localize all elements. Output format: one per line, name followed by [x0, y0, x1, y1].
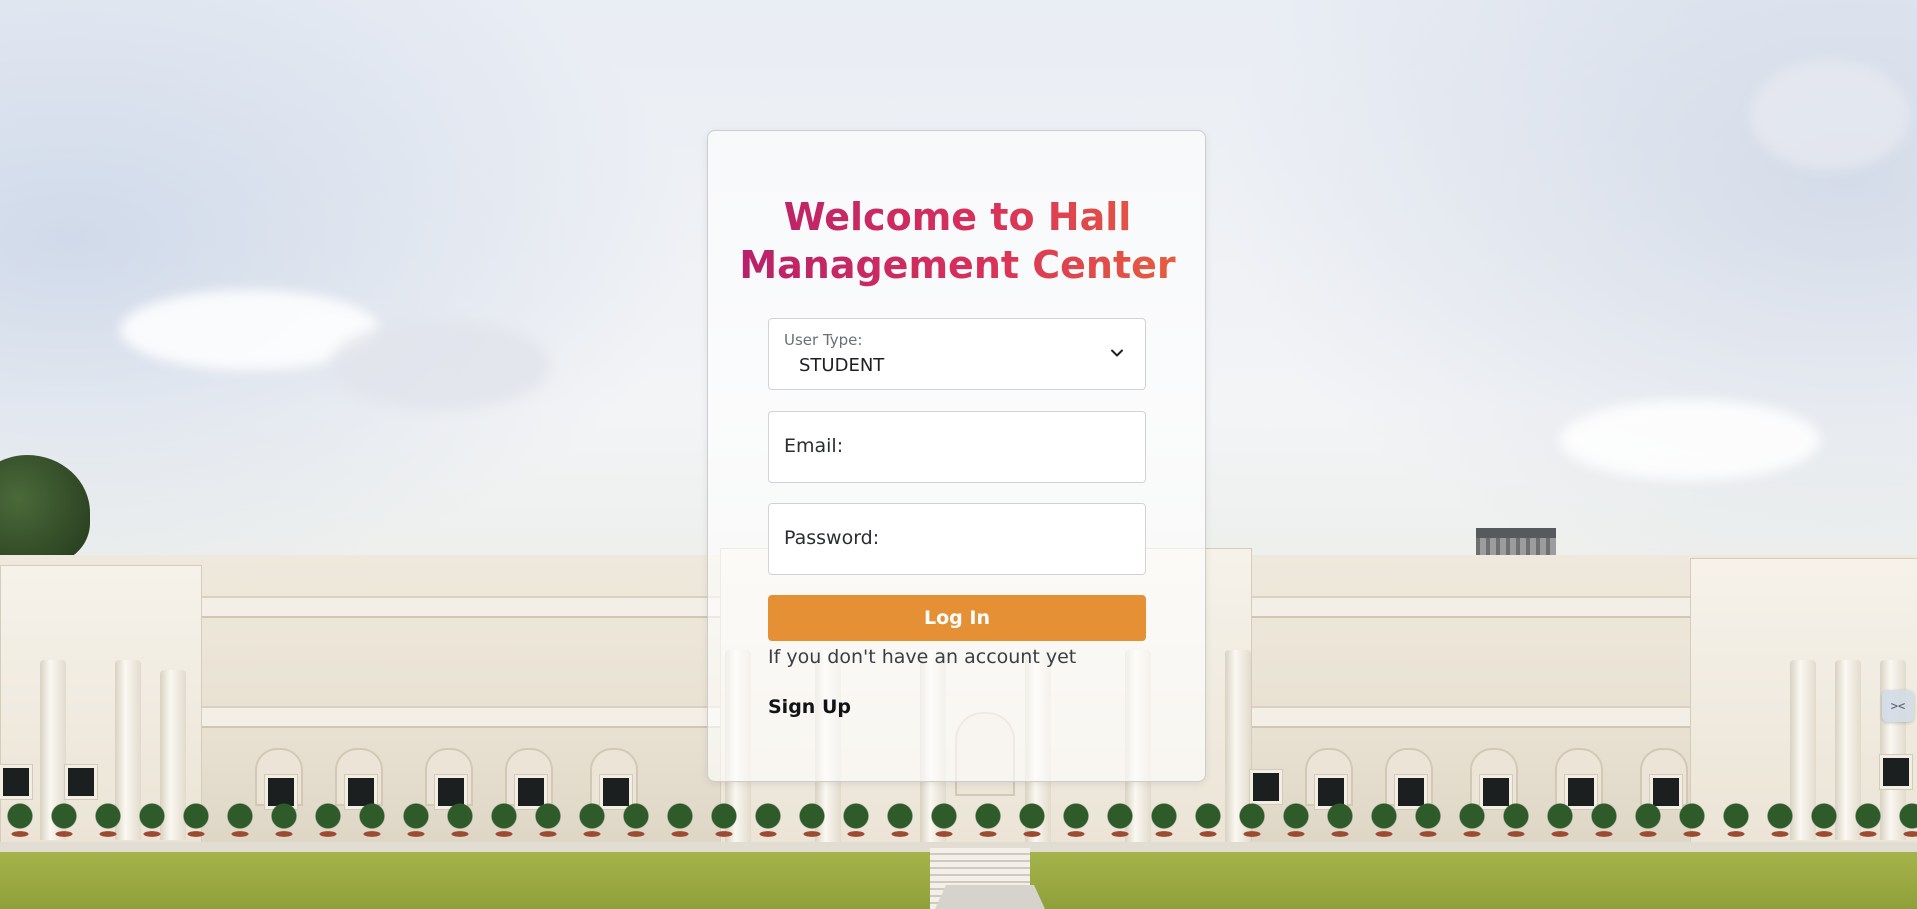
window — [0, 765, 32, 799]
entrance-path — [935, 885, 1045, 909]
user-type-value: STUDENT — [799, 355, 885, 376]
title-line-1: Welcome to Hall — [783, 195, 1132, 239]
window — [1880, 755, 1912, 789]
email-placeholder: Email: — [784, 435, 844, 457]
page-title: Welcome to Hall Management Center — [708, 193, 1207, 289]
email-field[interactable]: Email: — [768, 411, 1146, 483]
password-field[interactable]: Password: — [768, 503, 1146, 575]
login-card: Welcome to Hall Management Center User T… — [707, 130, 1206, 782]
user-type-label: User Type: — [784, 331, 863, 349]
login-page: >< Welcome to Hall Management Center Use… — [0, 0, 1917, 909]
chevron-down-icon — [1111, 349, 1123, 357]
plant-pots — [0, 826, 1917, 842]
sky-shade-left — [0, 0, 700, 600]
signup-hint: If you don't have an account yet — [768, 646, 1077, 668]
window — [1250, 770, 1282, 804]
title-line-2: Management Center — [739, 243, 1176, 287]
login-button[interactable]: Log In — [768, 595, 1146, 641]
cloud — [1750, 60, 1910, 170]
cloud — [330, 320, 550, 410]
window — [65, 765, 97, 799]
signup-link[interactable]: Sign Up — [768, 696, 851, 718]
user-type-select[interactable]: User Type: STUDENT — [768, 318, 1146, 390]
cloud — [1560, 400, 1820, 480]
password-placeholder: Password: — [784, 527, 880, 549]
side-widget-icon[interactable]: >< — [1882, 690, 1914, 722]
